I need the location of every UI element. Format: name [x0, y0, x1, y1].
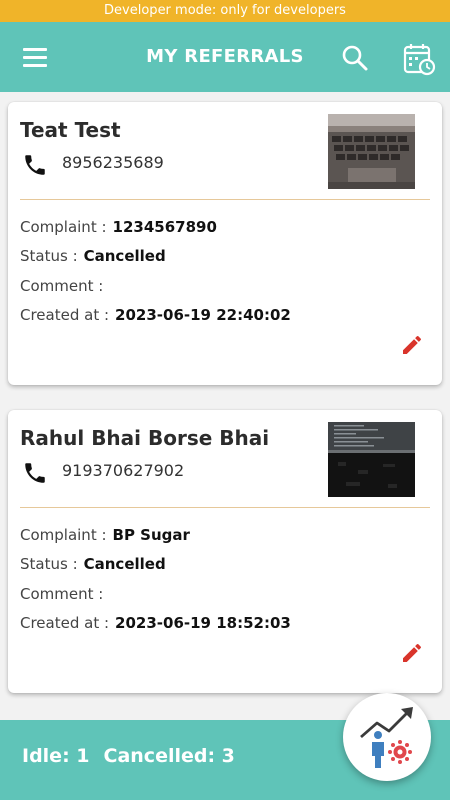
referral-card[interactable]: Rahul Bhai Borse Bhai 919370627902 Compl… [8, 410, 442, 693]
status-row: Status : Cancelled [20, 555, 166, 573]
complaint-label: Complaint : [20, 218, 107, 236]
referral-name: Rahul Bhai Borse Bhai [20, 426, 270, 450]
new-referral-fab[interactable] [343, 693, 431, 781]
status-value: Cancelled [83, 555, 166, 573]
complaint-row: Complaint : 1234567890 [20, 218, 217, 236]
comment-row: Comment : [20, 277, 109, 295]
status-label: Status : [20, 247, 78, 265]
phone-icon[interactable] [22, 460, 48, 486]
created-at-label: Created at : [20, 306, 110, 324]
status-value: Cancelled [83, 247, 166, 265]
complaint-row: Complaint : BP Sugar [20, 526, 190, 544]
complaint-value: 1234567890 [112, 218, 217, 236]
created-at-row: Created at : 2023-06-19 22:40:02 [20, 306, 291, 324]
cancelled-count: Cancelled: 3 [103, 745, 235, 767]
search-icon[interactable] [340, 43, 370, 73]
growth-chart-person-icon [360, 707, 413, 768]
complaint-label: Complaint : [20, 526, 107, 544]
complaint-value: BP Sugar [112, 526, 190, 544]
pencil-icon[interactable] [400, 333, 424, 357]
status-row: Status : Cancelled [20, 247, 166, 265]
comment-label: Comment : [20, 277, 104, 295]
card-divider [20, 507, 430, 508]
app-bar: MY REFERRALS [0, 22, 450, 92]
created-at-row: Created at : 2023-06-19 18:52:03 [20, 614, 291, 632]
status-label: Status : [20, 555, 78, 573]
card-divider [20, 199, 430, 200]
status-counts: Idle: 1 Cancelled: 3 [22, 745, 249, 767]
developer-mode-banner: Developer mode: only for developers [0, 0, 450, 22]
comment-row: Comment : [20, 585, 109, 603]
referral-photo[interactable] [328, 114, 415, 189]
calendar-clock-icon[interactable] [402, 42, 436, 76]
pencil-icon[interactable] [400, 641, 424, 665]
page-title: MY REFERRALS [146, 46, 304, 67]
referral-phone[interactable]: 919370627902 [62, 461, 184, 480]
created-at-value: 2023-06-19 18:52:03 [115, 614, 291, 632]
comment-label: Comment : [20, 585, 104, 603]
referral-card[interactable]: Teat Test 8956235689 Complaint : 12345678… [8, 102, 442, 385]
created-at-value: 2023-06-19 22:40:02 [115, 306, 291, 324]
referral-photo[interactable] [328, 422, 415, 497]
referral-phone[interactable]: 8956235689 [62, 153, 164, 172]
phone-icon[interactable] [22, 152, 48, 178]
referral-name: Teat Test [20, 118, 121, 142]
created-at-label: Created at : [20, 614, 110, 632]
idle-count: Idle: 1 [22, 745, 90, 767]
